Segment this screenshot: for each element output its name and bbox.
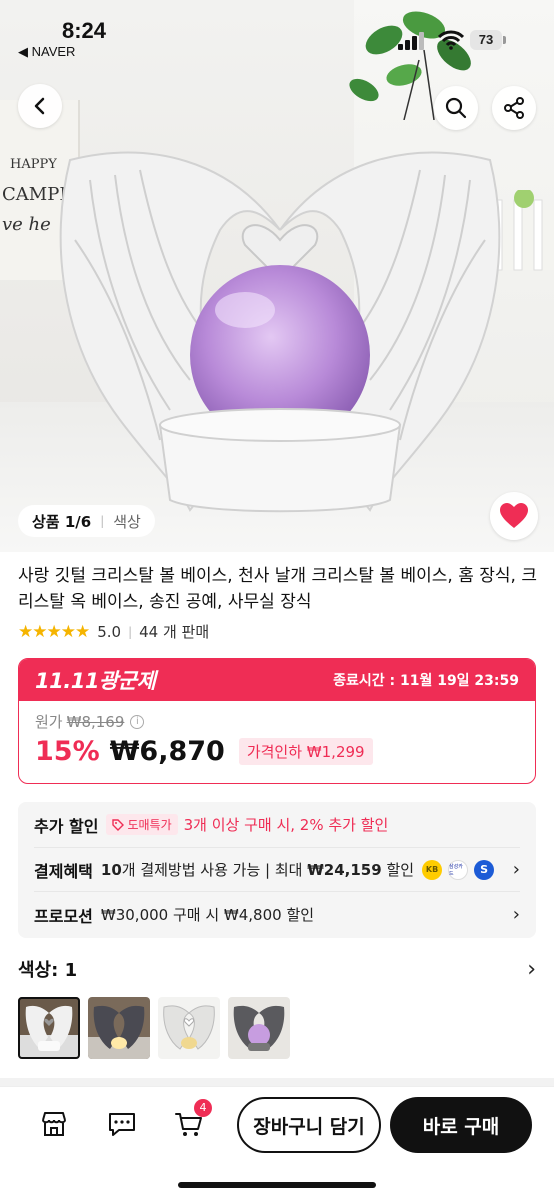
sale-price: ₩6,870 [109,736,225,767]
rating-stars-icon: ★★★★★ [18,621,90,642]
kb-card-icon: KB [422,859,443,880]
promotion-row[interactable]: 프로모션 ₩30,000 구매 시 ₩4,800 할인 › [34,892,520,937]
rating-value: 5.0 [97,622,122,641]
status-bar: 8:24 ◀ NAVER 73 [0,0,554,60]
image-counter-sub: 색상 [113,512,141,531]
image-counter-main: 상품 1/6 [32,512,92,531]
price-drop-badge: 가격인하 ₩1,299 [238,738,373,765]
payment-max-discount: ₩24,159 [307,860,382,879]
extra-discount-label: 추가 할인 [34,816,99,836]
store-icon [42,1112,66,1136]
thumbnail-image [88,997,150,1059]
battery-tip [503,36,506,44]
payment-benefit-label: 결제혜택 [34,861,93,881]
angel-wing-sculpture [59,151,501,513]
wholesale-tag: 도매특가 [106,814,178,835]
color-option-label: 색상: 1 [18,960,78,981]
share-icon [504,97,524,119]
color-thumbnail[interactable] [18,997,80,1059]
search-icon [445,97,467,119]
payment-benefit-text: 개 결제방법 사용 가능 | 최대 [121,861,308,879]
price-row: 15% ₩6,870 가격인하 ₩1,299 [35,736,519,767]
color-thumbnail[interactable] [158,997,220,1059]
samsung-card-icon: 삼성카드 [448,859,469,880]
image-counter[interactable]: 상품 1/6 | 색상 [18,505,155,537]
original-price-row: 원가 ₩8,169 i [35,711,519,732]
signal-icon [398,32,424,50]
thumbnail-image [18,997,80,1059]
back-button[interactable] [18,84,62,128]
original-price: ₩8,169 [66,712,125,731]
benefits-panel: 추가 할인 도매특가 3개 이상 구매 시, 2% 추가 할인 결제혜택 10 … [18,802,536,938]
color-thumbnail[interactable] [88,997,150,1059]
payment-benefit-suffix: 할인 [381,861,415,879]
promo-body: 원가 ₩8,169 i 15% ₩6,870 가격인하 ₩1,299 [19,701,535,777]
card-logos: KB 삼성카드 S [422,859,500,880]
tag-icon [112,818,125,831]
share-button[interactable] [492,86,536,130]
back-to-app-link[interactable]: ◀ NAVER [18,44,75,60]
wholesale-tag-label: 도매특가 [127,818,172,832]
extra-discount-text: 3개 이상 구매 시, 2% 추가 할인 [183,816,389,834]
status-time: 8:24 [62,18,107,43]
promotion-label: 프로모션 [34,906,93,926]
rating-row[interactable]: ★★★★★ 5.0 | 44 개 판매 [18,621,209,642]
color-thumbnail[interactable] [228,997,290,1059]
chat-icon [109,1113,135,1136]
chevron-left-icon [34,97,45,115]
add-to-cart-button[interactable]: 장바구니 담기 [237,1097,381,1153]
promo-logo: 11.11광군제 [35,669,156,693]
chat-button[interactable] [105,1107,139,1141]
counter-separator: | [100,514,105,528]
promotion-text: ₩30,000 구매 시 ₩4,800 할인 [100,906,315,924]
extra-discount-row: 추가 할인 도매특가 3개 이상 구매 시, 2% 추가 할인 [34,802,520,847]
payment-method-count: 10 [100,860,122,879]
wishlist-button[interactable] [490,492,538,540]
thumbnail-image [228,997,290,1059]
chevron-right-icon: › [527,956,536,982]
heart-icon [500,503,528,528]
chevron-right-icon: › [512,904,520,925]
original-price-label: 원가 [35,713,63,731]
search-button[interactable] [434,86,478,130]
home-indicator [178,1182,376,1188]
rating-separator: | [128,624,133,639]
section-divider [0,1078,554,1086]
product-image[interactable]: HAPPY CAMPERS ve he 8:24 ◀ NAVER 73 상품 1… [0,0,554,552]
battery-indicator: 73 [470,30,502,50]
cart-count-badge: 4 [194,1099,212,1117]
info-icon[interactable]: i [130,714,145,729]
wifi-icon [438,30,464,50]
buy-now-button[interactable]: 바로 구매 [390,1097,532,1153]
thumbnail-image [158,997,220,1059]
shinhan-card-icon: S [474,859,495,880]
store-button[interactable] [37,1107,71,1141]
promo-header: 11.11광군제 종료시간 : 11월 19일 23:59 [19,659,535,701]
payment-benefit-row[interactable]: 결제혜택 10 개 결제방법 사용 가능 | 최대 ₩24,159 할인 KB … [34,847,520,892]
sold-count: 44 개 판매 [139,623,210,641]
promo-end-time: 종료시간 : 11월 19일 23:59 [333,673,519,689]
promo-card: 11.11광군제 종료시간 : 11월 19일 23:59 원가 ₩8,169 … [18,658,536,784]
color-thumbnails [18,997,290,1059]
chevron-right-icon: › [512,859,520,880]
discount-percent: 15% [35,736,100,767]
product-title: 사랑 깃털 크리스탈 볼 베이스, 천사 날개 크리스탈 볼 베이스, 홈 장식… [18,566,537,612]
color-option-row[interactable]: 색상: 1 › [18,956,536,982]
